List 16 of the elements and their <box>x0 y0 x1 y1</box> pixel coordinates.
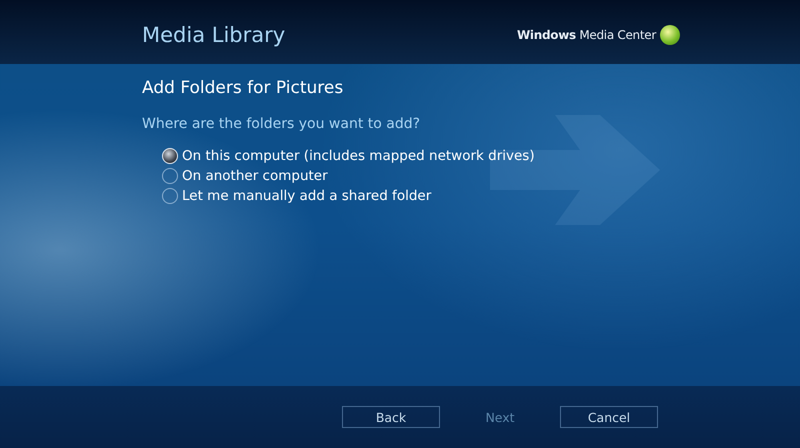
option-label: On another computer <box>182 168 328 184</box>
radio-button[interactable] <box>162 168 178 184</box>
section-heading: Add Folders for Pictures <box>142 78 344 98</box>
radio-option[interactable]: On this computer (includes mapped network drives) <box>162 148 800 164</box>
radio-option[interactable]: Let me manually add a shared folder <box>162 188 800 204</box>
radio-button[interactable] <box>162 148 178 164</box>
brand-label: Windows Media Center <box>516 28 656 42</box>
question-text: Where are the folders you want to add? <box>142 116 422 132</box>
radio-button[interactable] <box>162 188 178 204</box>
page-header-title: Media Library <box>142 22 286 47</box>
logo-orb-icon <box>660 25 680 45</box>
option-label: Let me manually add a shared folder <box>182 188 432 204</box>
option-label: On this computer (includes mapped network drives) <box>182 148 535 164</box>
nav-button[interactable]: Back <box>342 406 440 428</box>
radio-option[interactable]: On another computer <box>162 168 800 184</box>
nav-button[interactable]: Cancel <box>560 406 658 428</box>
